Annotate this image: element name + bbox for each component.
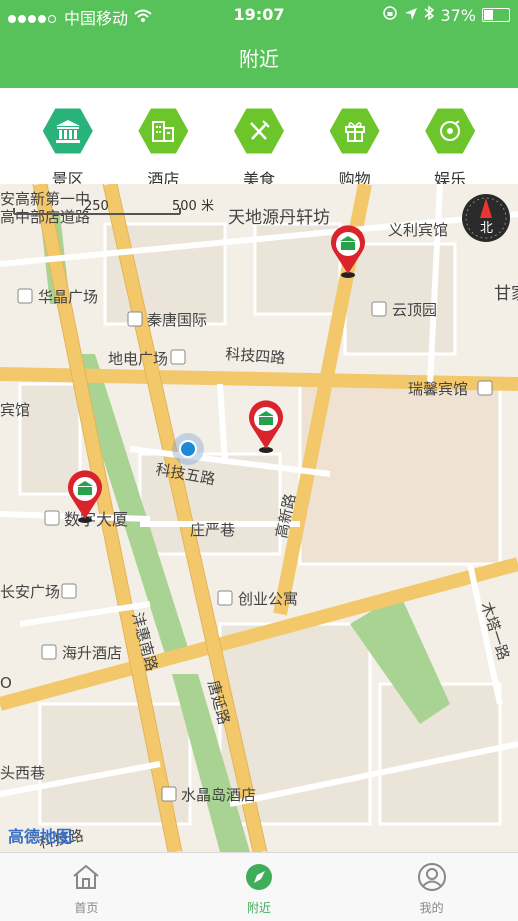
map-label: 头西巷 — [0, 764, 45, 782]
battery-icon — [482, 8, 510, 22]
compass-north-label: 北 — [480, 221, 493, 236]
map-label: 华晶广场 — [38, 288, 98, 306]
map-label: 宾馆 — [0, 401, 30, 419]
map-label: 天地源丹轩坊 — [228, 208, 330, 228]
home-icon — [71, 863, 101, 895]
map-label: 长安广场 — [0, 583, 60, 601]
map-label: 义利宾馆 — [388, 221, 448, 239]
map-label: 地电广场 — [108, 350, 168, 368]
category-entertainment[interactable]: 娱乐 — [425, 106, 476, 190]
map-label: 庄严巷 — [190, 521, 235, 539]
map-label: 甘家 — [494, 284, 518, 304]
gift-icon — [329, 108, 380, 154]
map-label: 数字大厦 — [64, 510, 128, 529]
map-label: 创业公寓 — [238, 590, 298, 608]
map-provider-logo: 高德地图 — [8, 827, 72, 846]
tab-label: 附近 — [246, 901, 271, 915]
map-canvas[interactable]: 安高新第一中 高中部店道路 天地源丹轩坊 义利宾馆 甘家 华晶广场 秦唐国际 云… — [0, 182, 518, 854]
map-label: 安高新第一中 — [0, 190, 90, 208]
category-food[interactable]: 美食 — [233, 106, 284, 190]
map-label: 秦唐国际 — [147, 311, 207, 329]
battery-percent: 37% — [440, 5, 476, 25]
compass-button[interactable]: 北 — [462, 194, 510, 242]
rotation-lock-icon — [382, 5, 398, 25]
fork-knife-icon — [233, 108, 284, 154]
map-label: 瑞馨宾馆 — [408, 380, 468, 398]
compass-icon — [244, 863, 274, 895]
map-label: 海升酒店 — [62, 644, 122, 662]
tab-bar: 首页 附近 我的 — [0, 852, 518, 921]
map-label: 云顶园 — [392, 301, 437, 319]
music-disc-icon — [425, 108, 476, 154]
page-title: 附近 — [0, 30, 518, 88]
current-location-marker — [172, 433, 204, 465]
map-label: 水晶岛酒店 — [181, 786, 256, 804]
map-view[interactable]: 安高新第一中 高中部店道路 天地源丹轩坊 义利宾馆 甘家 华晶广场 秦唐国际 云… — [0, 182, 518, 854]
category-scenic[interactable]: 景区 — [42, 106, 93, 190]
tab-label: 首页 — [74, 901, 99, 915]
location-arrow-icon — [404, 6, 418, 25]
category-hotel[interactable]: 酒店 — [138, 106, 189, 190]
category-bar: 景区 酒店 美食 购物 娱乐 — [0, 88, 518, 189]
map-label: O — [0, 674, 12, 692]
landmark-icon — [42, 108, 93, 154]
tab-nearby[interactable]: 附近 — [199, 853, 319, 921]
bluetooth-icon — [424, 5, 435, 25]
category-shopping[interactable]: 购物 — [329, 106, 380, 190]
tab-home[interactable]: 首页 — [26, 853, 146, 921]
scale-small-label: 250 — [84, 199, 109, 214]
status-bar: 中国移动 19:07 37% — [0, 0, 518, 30]
hotel-icon — [138, 108, 189, 154]
tab-profile[interactable]: 我的 — [372, 853, 492, 921]
tab-label: 我的 — [419, 901, 444, 915]
user-icon — [417, 863, 447, 895]
scale-label: 500 米 — [172, 199, 214, 214]
